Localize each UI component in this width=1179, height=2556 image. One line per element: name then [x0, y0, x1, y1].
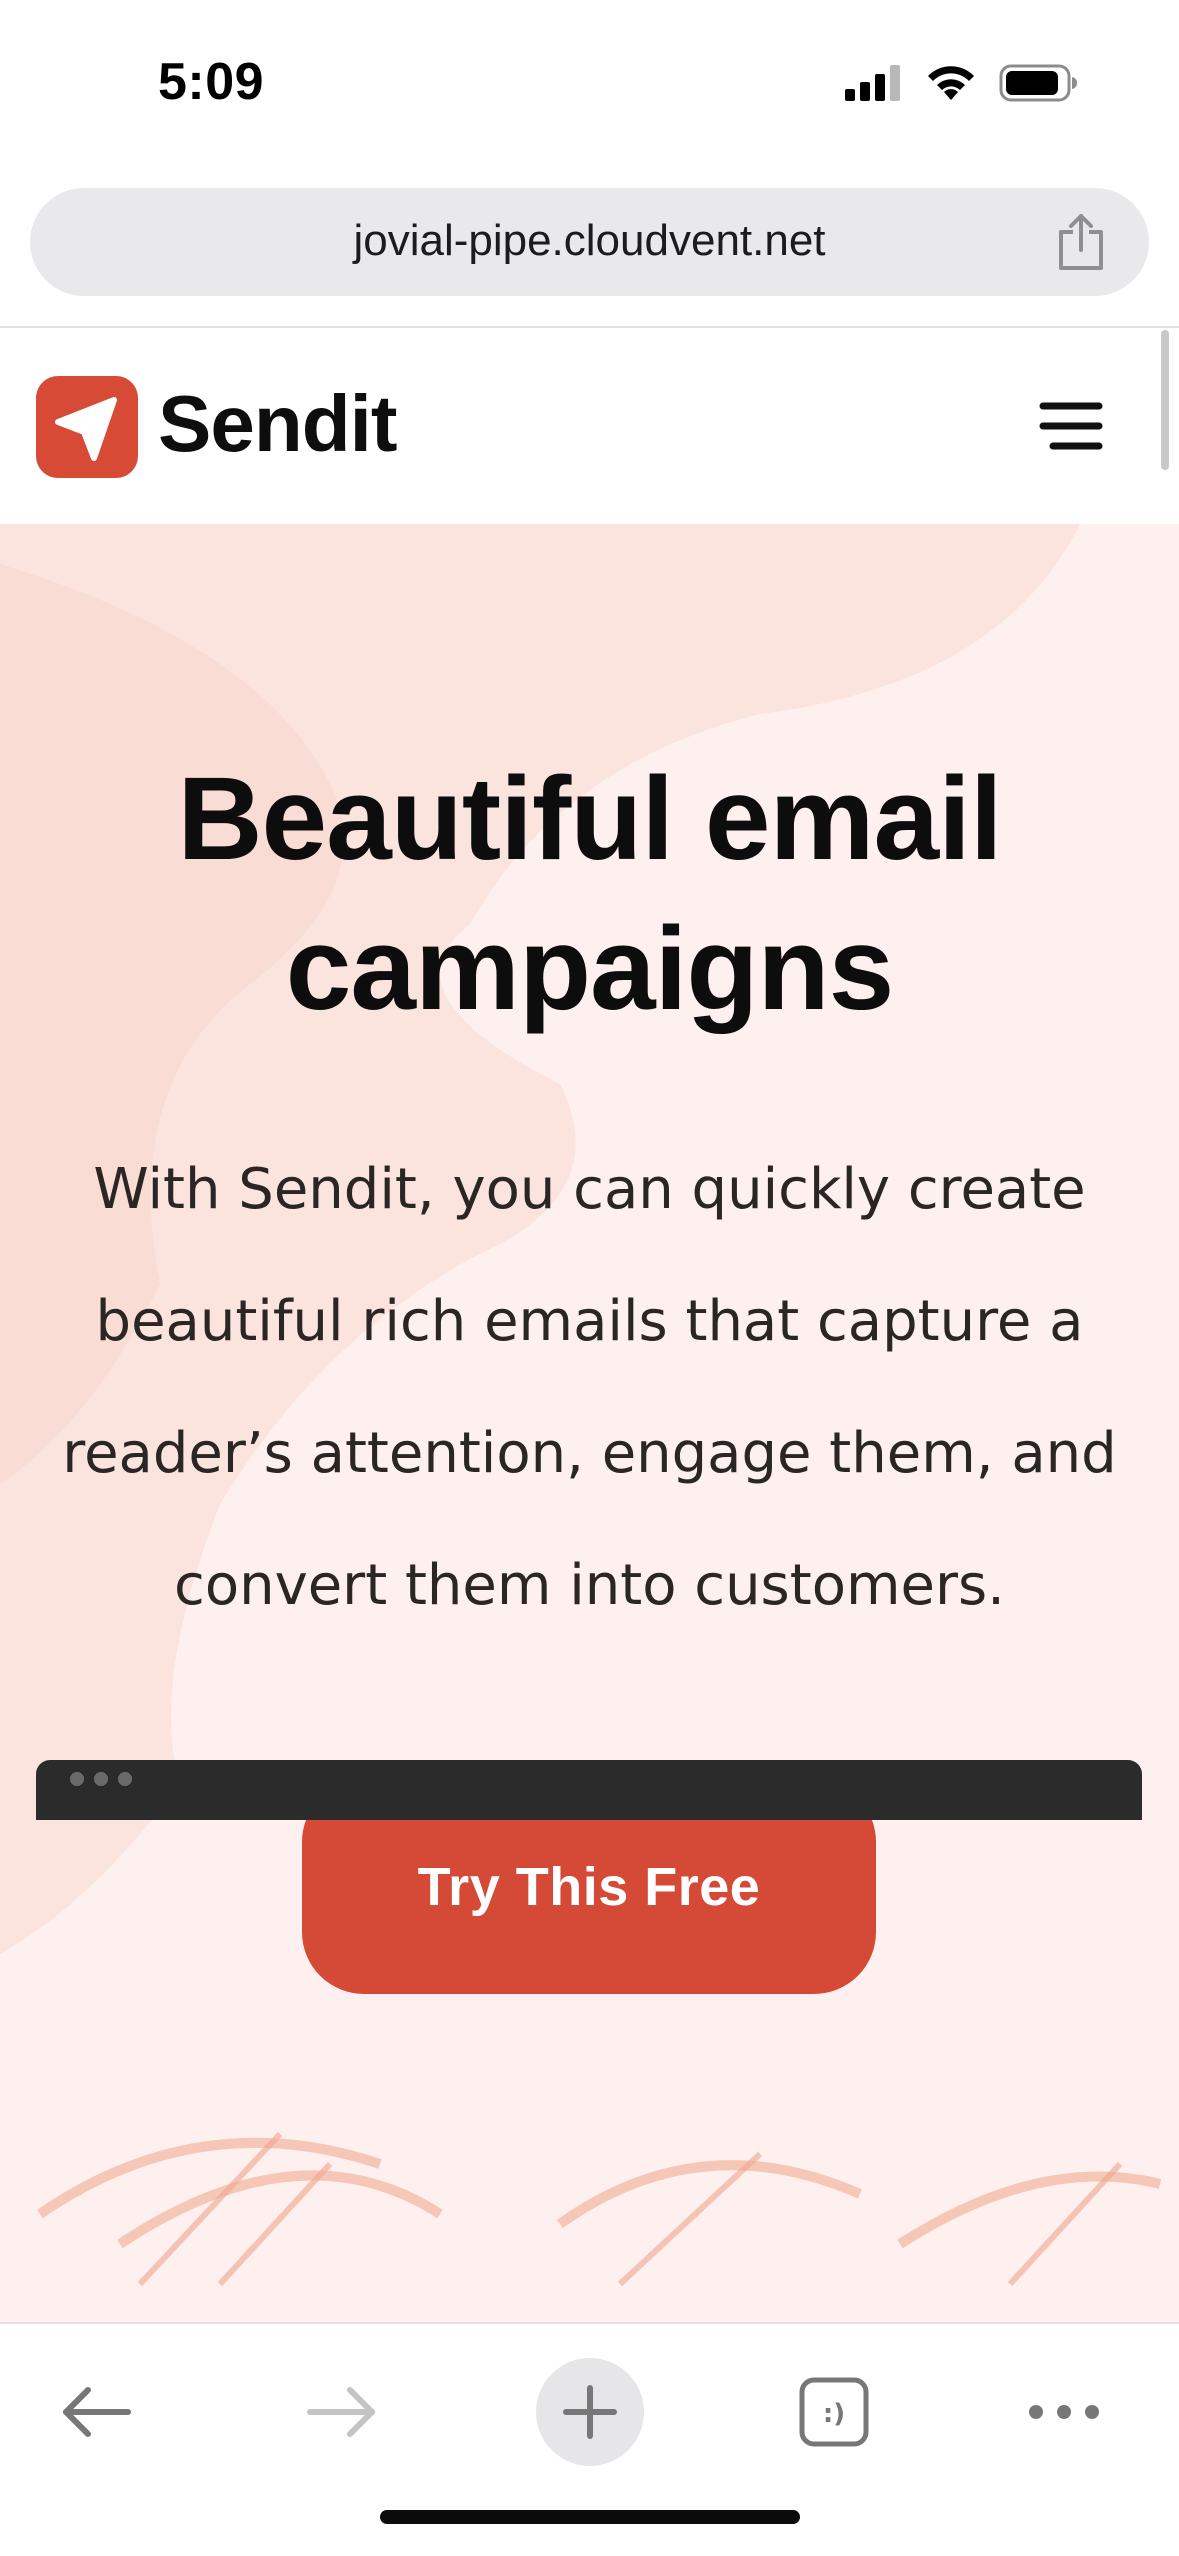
back-button[interactable]	[42, 2358, 150, 2466]
new-tab-button[interactable]	[536, 2358, 644, 2466]
battery-icon	[999, 64, 1077, 102]
app-preview-window	[36, 1760, 1142, 1820]
more-button[interactable]	[1010, 2358, 1118, 2466]
cellular-signal-icon	[845, 65, 900, 101]
hero-section: Beautiful email campaigns With Sendit, y…	[0, 524, 1179, 2324]
window-controls	[70, 1772, 132, 1786]
more-icon	[1029, 2405, 1099, 2419]
site-header: Sendit	[0, 328, 1179, 524]
url-text[interactable]: jovial-pipe.cloudvent.net	[30, 216, 1149, 266]
window-dot	[70, 1772, 84, 1786]
brand-logo[interactable]	[36, 376, 138, 478]
hero-description: With Sendit, you can quickly create beau…	[62, 1157, 1117, 1618]
plus-icon	[563, 2385, 617, 2439]
paper-plane-icon	[55, 397, 117, 461]
phone-screen: 5:09 jovial-pipe.cloudvent.net Sendit Be…	[0, 0, 1179, 2556]
share-icon[interactable]	[1053, 212, 1109, 272]
tabs-icon: :)	[799, 2377, 869, 2447]
page-scrollbar[interactable]	[1161, 330, 1169, 470]
address-bar[interactable]: jovial-pipe.cloudvent.net	[30, 188, 1149, 296]
brand-name[interactable]: Sendit	[158, 378, 397, 470]
status-icons	[845, 64, 1079, 102]
hero-title: Beautiful email campaigns	[177, 753, 1002, 1035]
status-time: 5:09	[158, 53, 265, 111]
forward-button[interactable]	[288, 2358, 396, 2466]
status-bar: 5:09	[0, 0, 1179, 170]
tabs-button[interactable]: :)	[780, 2358, 888, 2466]
window-dot	[94, 1772, 108, 1786]
tabs-glyph: :)	[823, 2399, 845, 2429]
window-dot	[118, 1772, 132, 1786]
hamburger-menu-icon[interactable]	[1039, 398, 1103, 454]
home-indicator[interactable]	[380, 2510, 800, 2524]
wifi-icon	[928, 66, 974, 100]
back-arrow-icon	[63, 2387, 131, 2437]
forward-arrow-icon	[307, 2387, 375, 2437]
